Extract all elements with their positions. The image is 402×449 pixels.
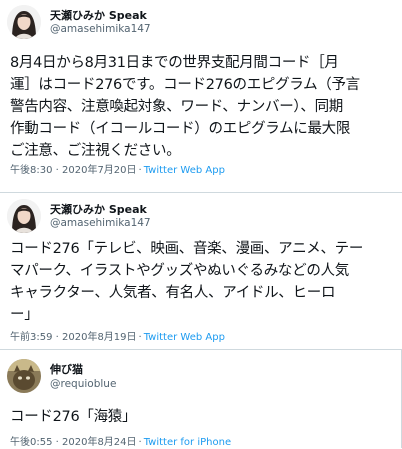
tweet-text: 8月4日から8月31日までの世界支配月間コード［月 運］はコード276です。コー… [10,55,360,159]
user-handle[interactable]: @amasehimika147 [50,23,151,36]
display-name[interactable]: 天瀬ひみか Speak [50,203,147,216]
tweet-text: コード276「テレビ、映画、音楽、漫画、アニメ、テー マパーク、イラストやグッズ… [10,241,364,323]
meta-separator: · [138,332,142,343]
display-name[interactable]: 天瀬ひみか Speak [50,9,147,22]
tweet-meta: 午後8:30 · 2020年7月20日 · Twitter Web App [10,164,225,177]
tweet-source-link[interactable]: Twitter Web App [144,165,225,176]
tweet-card[interactable]: 天瀬ひみか Speak @amasehimika147 コード276「テレビ、映… [0,192,402,350]
tweet-timestamp[interactable]: 午前3:59 · 2020年8月19日 [10,332,137,343]
tweet-timestamp[interactable]: 午後0:55 · 2020年8月24日 [10,437,137,448]
tweet-card[interactable]: 伸び猫 @requioblue コード276「海猿」 午後0:55 · 2020… [0,349,402,448]
user-handle[interactable]: @requioblue [50,378,116,391]
tweet-meta: 午前3:59 · 2020年8月19日 · Twitter Web App [10,331,225,344]
tweet-meta: 午後0:55 · 2020年8月24日 · Twitter for iPhone [10,436,231,449]
user-handle[interactable]: @amasehimika147 [50,217,151,230]
tweet-source-link[interactable]: Twitter for iPhone [144,437,231,448]
avatar[interactable] [7,359,41,393]
tweet-text: コード276「海猿」 [10,409,137,425]
tweet-timestamp[interactable]: 午後8:30 · 2020年7月20日 [10,165,137,176]
avatar[interactable] [7,199,41,233]
display-name[interactable]: 伸び猫 [50,363,83,376]
avatar[interactable] [7,5,41,39]
meta-separator: · [138,437,142,448]
tweet-card[interactable]: 天瀬ひみか Speak @amasehimika147 8月4日から8月31日ま… [0,0,402,192]
meta-separator: · [138,165,142,176]
tweet-source-link[interactable]: Twitter Web App [144,332,225,343]
